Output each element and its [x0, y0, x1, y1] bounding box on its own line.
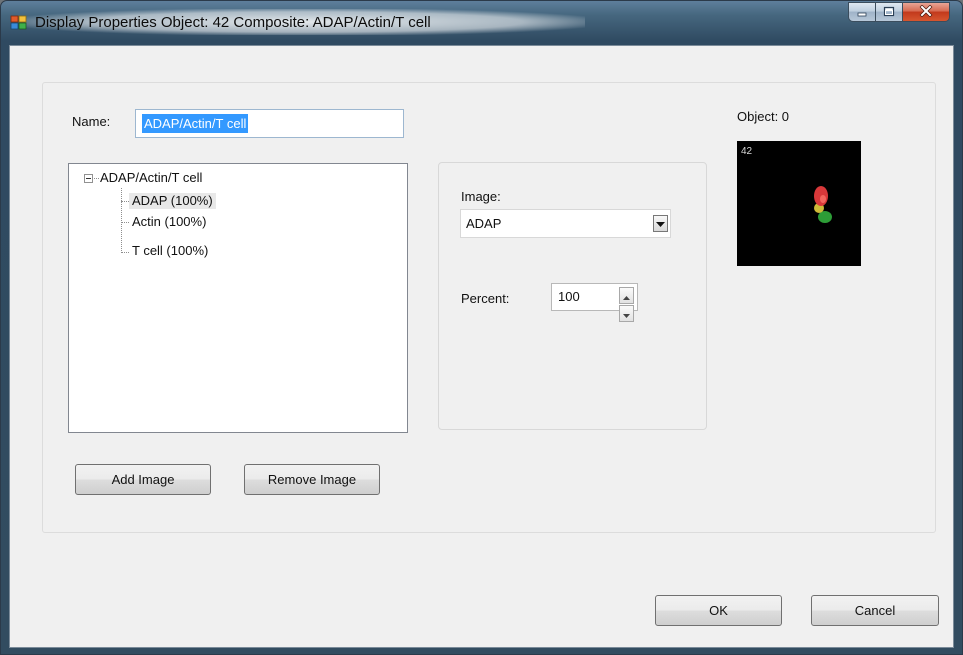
tree-item-t-cell[interactable]: T cell (100%): [132, 243, 208, 259]
maximize-button[interactable]: [875, 2, 902, 22]
spinner-buttons: [619, 287, 634, 322]
remove-image-button[interactable]: Remove Image: [244, 464, 380, 495]
tree-collapse-icon[interactable]: [84, 174, 93, 183]
app-window-icon[interactable]: [10, 13, 28, 31]
tree-connector: [121, 222, 129, 223]
minimize-icon: [856, 5, 868, 20]
minimize-button[interactable]: [848, 2, 875, 22]
image-label: Image:: [461, 189, 501, 204]
tree-connector: [121, 201, 129, 202]
image-select[interactable]: ADAP: [460, 209, 671, 238]
percent-spinner[interactable]: 100: [551, 283, 638, 322]
tree-item-actin[interactable]: Actin (100%): [132, 214, 206, 230]
cell-image: [814, 186, 832, 223]
tree-connector: [94, 178, 99, 179]
caption-buttons: [848, 2, 950, 22]
image-select-value: ADAP: [466, 216, 502, 231]
percent-label: Percent:: [461, 291, 510, 306]
close-button[interactable]: [902, 2, 950, 22]
name-label: Name:: [72, 114, 111, 129]
tree-connector: [121, 188, 122, 253]
display-properties-window: Display Properties Object: 42 Composite:…: [0, 0, 963, 655]
tree-item-adap[interactable]: ADAP (100%): [129, 193, 216, 209]
chevron-down-icon: [656, 216, 665, 231]
tree-connector: [121, 252, 129, 253]
window-title: Display Properties Object: 42 Composite:…: [35, 14, 431, 31]
close-icon: [919, 4, 933, 20]
spin-up-button[interactable]: [619, 287, 634, 304]
name-input-value: ADAP/Actin/T cell: [142, 114, 249, 133]
name-input[interactable]: ADAP/Actin/T cell: [135, 109, 404, 138]
ok-button[interactable]: OK: [655, 595, 782, 626]
percent-value: 100: [558, 289, 580, 304]
spin-down-button[interactable]: [619, 305, 634, 322]
title-bar[interactable]: Display Properties Object: 42 Composite:…: [1, 1, 962, 45]
dialog-client-area: Name: ADAP/Actin/T cell ADAP/Actin/T cel…: [9, 45, 954, 648]
object-label: Object: 0: [737, 109, 790, 124]
tree-root-item[interactable]: ADAP/Actin/T cell: [100, 170, 202, 186]
cancel-button[interactable]: Cancel: [811, 595, 939, 626]
arrow-up-icon: [623, 288, 630, 303]
arrow-down-icon: [623, 306, 630, 321]
object-thumbnail: 42: [737, 141, 861, 266]
add-image-button[interactable]: Add Image: [75, 464, 211, 495]
maximize-icon: [883, 5, 895, 20]
dropdown-button[interactable]: [653, 215, 668, 232]
image-tree[interactable]: ADAP/Actin/T cell ADAP (100%) Actin (100…: [68, 163, 408, 433]
